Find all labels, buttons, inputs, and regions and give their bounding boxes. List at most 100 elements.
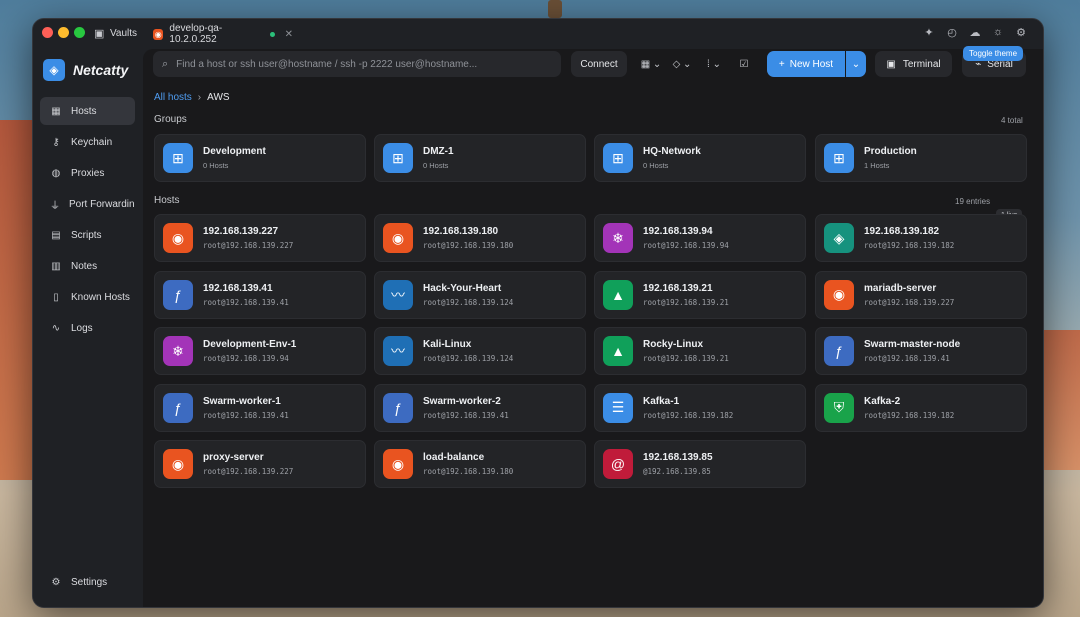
sparkle-icon[interactable]: ✦ [923, 26, 935, 39]
sidebar-item-proxies[interactable]: ◍ Proxies [40, 159, 135, 187]
group-card[interactable]: ⊞ Development 0 Hosts [154, 134, 366, 182]
host-card[interactable]: ❄ 192.168.139.94 root@192.168.139.94 [594, 214, 806, 262]
new-host-dropdown-button[interactable]: ⌄ [846, 51, 866, 77]
host-card[interactable]: ◉ load-balance root@192.168.139.180 [374, 440, 586, 488]
sidebar-item-scripts[interactable]: ▤ Scripts [40, 221, 135, 249]
host-address: root@192.168.139.41 [423, 410, 509, 420]
sidebar-item-known-hosts[interactable]: ▯ Known Hosts [40, 283, 135, 311]
ubuntu-icon: ◉ [163, 223, 193, 253]
group-name: Production [864, 146, 917, 157]
sidebar-item-label: Known Hosts [71, 291, 130, 303]
host-card[interactable]: ❄ Development-Env-1 root@192.168.139.94 [154, 327, 366, 375]
sidebar-item-hosts[interactable]: ▦ Hosts [40, 97, 135, 125]
connect-button[interactable]: Connect [571, 51, 627, 77]
tag-icon: ◇ ⌄ [672, 58, 692, 70]
vaults-label[interactable]: Vaults [110, 28, 137, 39]
sidebar-item-notes[interactable]: ▥ Notes [40, 252, 135, 280]
host-card[interactable]: ◉ proxy-server root@192.168.139.227 [154, 440, 366, 488]
host-card[interactable]: ◈ 192.168.139.182 root@192.168.139.182 [815, 214, 1027, 262]
toggle-theme-tooltip: Toggle theme [963, 46, 1024, 61]
gear-icon: ⚙ [51, 577, 61, 588]
view-mode-button[interactable]: ▦ ⌄ [639, 51, 663, 77]
group-name: DMZ-1 [423, 146, 454, 157]
host-card[interactable]: ◉ mariadb-server root@192.168.139.227 [815, 270, 1027, 319]
nixos-icon: ❄ [603, 223, 633, 253]
host-card[interactable]: @192.168.139.85 @192.168.139.85 [594, 440, 806, 488]
group-card[interactable]: ⊞ Production 1 Hosts [815, 134, 1027, 182]
host-card[interactable]: ƒ 192.168.139.41 root@192.168.139.41 [154, 270, 366, 319]
background-tree [548, 0, 562, 18]
host-card[interactable]: ▲ 192.168.139.21 root@192.168.139.21 [594, 270, 806, 319]
host-address: root@192.168.139.21 [643, 297, 729, 307]
vault-icon[interactable]: ▣ [94, 27, 104, 40]
host-name: Hack-Your-Heart [423, 282, 502, 294]
history-icon[interactable]: ◴ [946, 26, 958, 39]
host-address: root@192.168.139.41 [864, 354, 950, 363]
plug-icon: ⏚ [50, 200, 60, 212]
host-card[interactable]: ⛨ Kafka-2 root@192.168.139.182 [815, 383, 1027, 432]
host-name: 192.168.139.94 [643, 226, 713, 237]
maximize-window-button[interactable] [74, 27, 85, 38]
host-name: proxy-server [203, 452, 264, 463]
host-card[interactable]: ƒ Swarm-worker-1 root@192.168.139.41 [154, 383, 366, 432]
host-card[interactable]: ƒ Swarm-master-node root@192.168.139.41 [815, 327, 1027, 375]
grid-icon: ▦ ⌄ [640, 58, 662, 70]
folder-tree-icon: ⊞ [383, 143, 413, 173]
sidebar-item-settings[interactable]: ⚙ Settings [50, 577, 108, 588]
host-card[interactable]: ◉ 192.168.139.227 root@192.168.139.227 [154, 214, 366, 262]
fedora-icon: ƒ [383, 392, 413, 423]
sidebar-item-label: Logs [71, 322, 93, 334]
host-address: root@192.168.139.124 [423, 297, 514, 307]
host-card[interactable]: ▲ Rocky-Linux root@192.168.139.21 [594, 327, 806, 375]
groups-title: Groups [154, 114, 187, 125]
fedora-icon: ƒ [163, 279, 193, 310]
host-card[interactable]: ☰ Kafka-1 root@192.168.139.182 [594, 383, 806, 432]
breadcrumb: All hosts › AWS [154, 92, 230, 103]
nixos-icon: ❄ [163, 336, 193, 366]
sidebar-item-label: Scripts [71, 229, 102, 241]
group-card[interactable]: ⊞ DMZ-1 0 Hosts [374, 134, 586, 182]
host-card[interactable]: ◉ 192.168.139.180 root@192.168.139.180 [374, 214, 586, 262]
host-name: 192.168.139.180 [423, 226, 499, 237]
netcatty-logo-icon: ◈ [43, 59, 65, 81]
host-name: 192.168.139.21 [643, 282, 713, 294]
terminal-label: Terminal [902, 58, 941, 70]
host-address: root@192.168.139.227 [203, 467, 294, 476]
host-card[interactable]: 〰 Kali-Linux root@192.168.139.124 [374, 327, 586, 375]
search-placeholder: Find a host or ssh user@hostname / ssh -… [176, 58, 478, 70]
select-mode-button[interactable]: ☑ [732, 51, 756, 77]
tag-filter-button[interactable]: ◇ ⌄ [670, 51, 694, 77]
group-card[interactable]: ⊞ HQ-Network 0 Hosts [594, 134, 806, 182]
host-address: root@192.168.139.180 [423, 467, 514, 476]
sort-button[interactable]: ⁞ ⌄ [702, 51, 726, 77]
host-card[interactable]: 〰 Hack-Your-Heart root@192.168.139.124 [374, 270, 586, 319]
session-tab[interactable]: ◉ develop-qa-10.2.0.252 ✕ [147, 23, 293, 45]
host-card[interactable]: ƒ Swarm-worker-2 root@192.168.139.41 [374, 383, 586, 432]
group-name: Development [203, 146, 266, 157]
new-host-button[interactable]: + New Host [767, 51, 845, 77]
book-icon: ▯ [53, 291, 59, 303]
sidebar-item-logs[interactable]: ∿ Logs [40, 314, 135, 342]
cloud-icon[interactable]: ☁ [969, 26, 981, 39]
search-input[interactable]: ⌕ Find a host or ssh user@hostname / ssh… [153, 51, 561, 77]
breadcrumb-root[interactable]: All hosts [154, 92, 192, 103]
host-name: 192.168.139.41 [203, 282, 273, 294]
terminal-button[interactable]: ▣ Terminal [875, 51, 952, 77]
folder-tree-icon: ⊞ [163, 143, 193, 173]
close-tab-icon[interactable]: ✕ [285, 29, 293, 40]
hosts-title: Hosts [154, 195, 180, 206]
sidebar-item-port-forwarding[interactable]: ⏚ Port Forwarding [40, 190, 135, 218]
rocky-icon: ▲ [603, 279, 633, 310]
close-window-button[interactable] [42, 27, 53, 38]
sun-icon[interactable]: ☼ [992, 26, 1004, 39]
host-address: root@192.168.139.182 [864, 241, 955, 250]
host-name: Kali-Linux [423, 339, 472, 350]
gear-icon[interactable]: ⚙ [1015, 26, 1027, 39]
host-address: @192.168.139.85 [643, 467, 711, 476]
ubuntu-icon: ◉ [824, 279, 854, 310]
sidebar-item-keychain[interactable]: ⚷ Keychain [40, 128, 135, 156]
plus-icon: + [778, 58, 785, 70]
minimize-window-button[interactable] [58, 27, 69, 38]
host-name: mariadb-server [864, 282, 937, 294]
terminal-icon: ▣ [886, 58, 896, 70]
